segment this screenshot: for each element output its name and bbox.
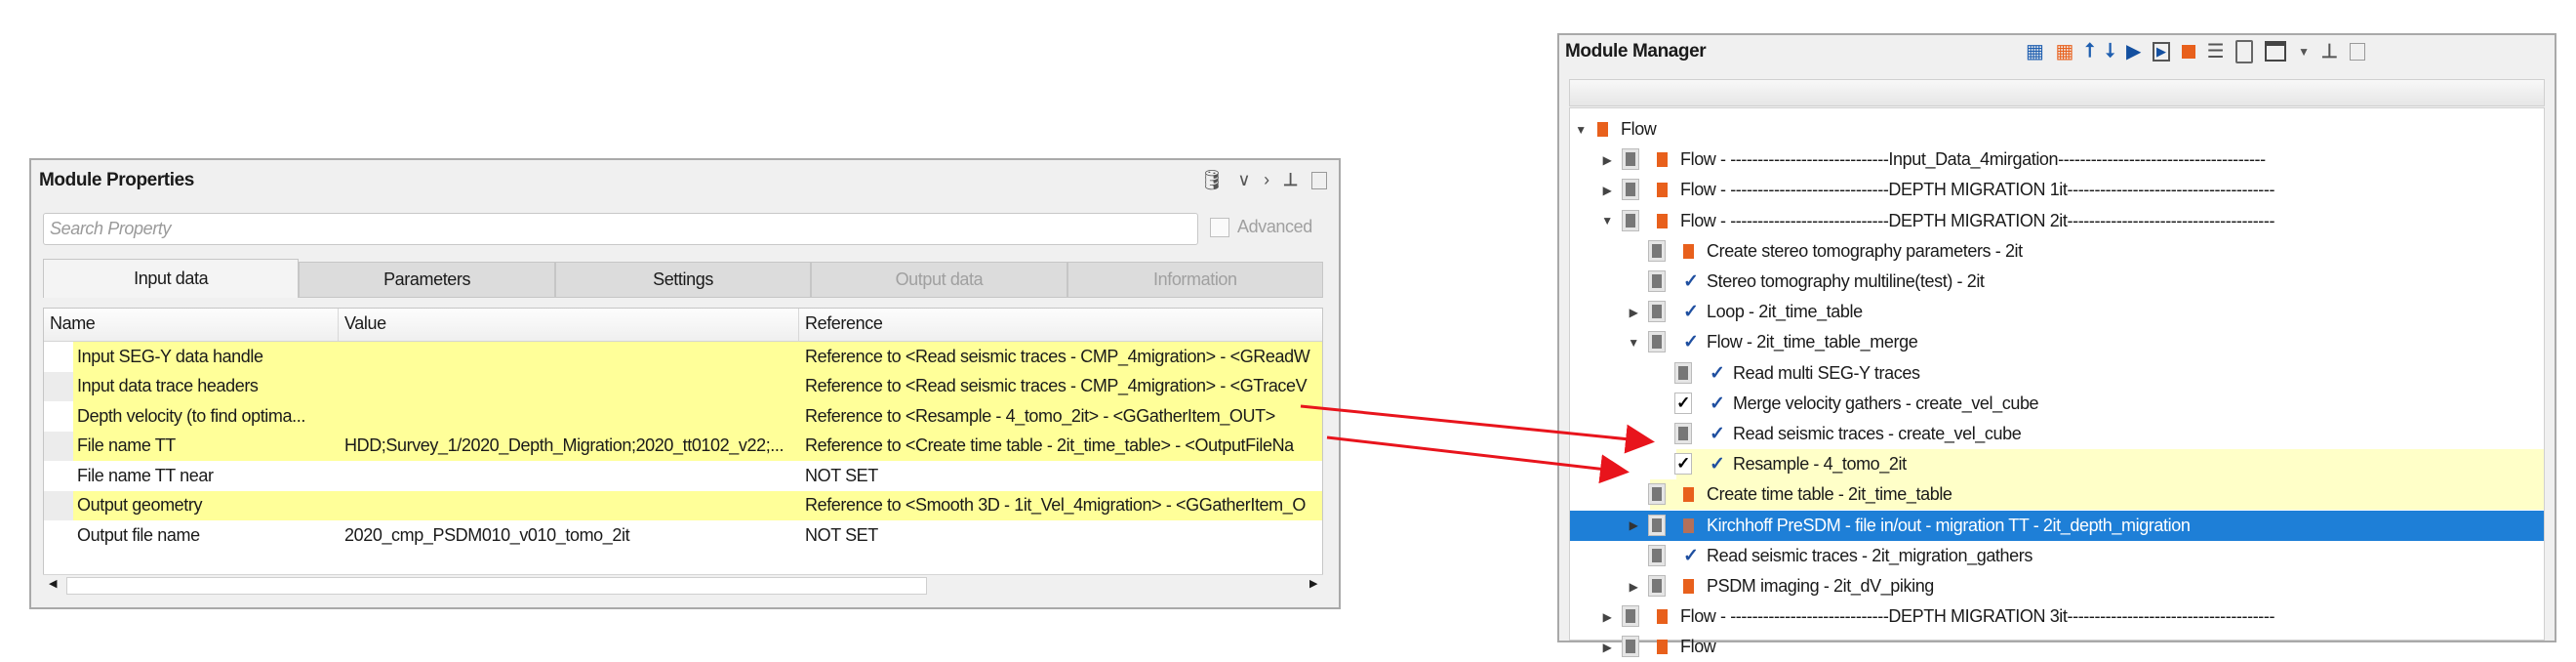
arrow-create-time-table — [1326, 435, 1630, 484]
arrow-resample — [1300, 404, 1655, 454]
annotation-arrows — [1300, 404, 1655, 484]
